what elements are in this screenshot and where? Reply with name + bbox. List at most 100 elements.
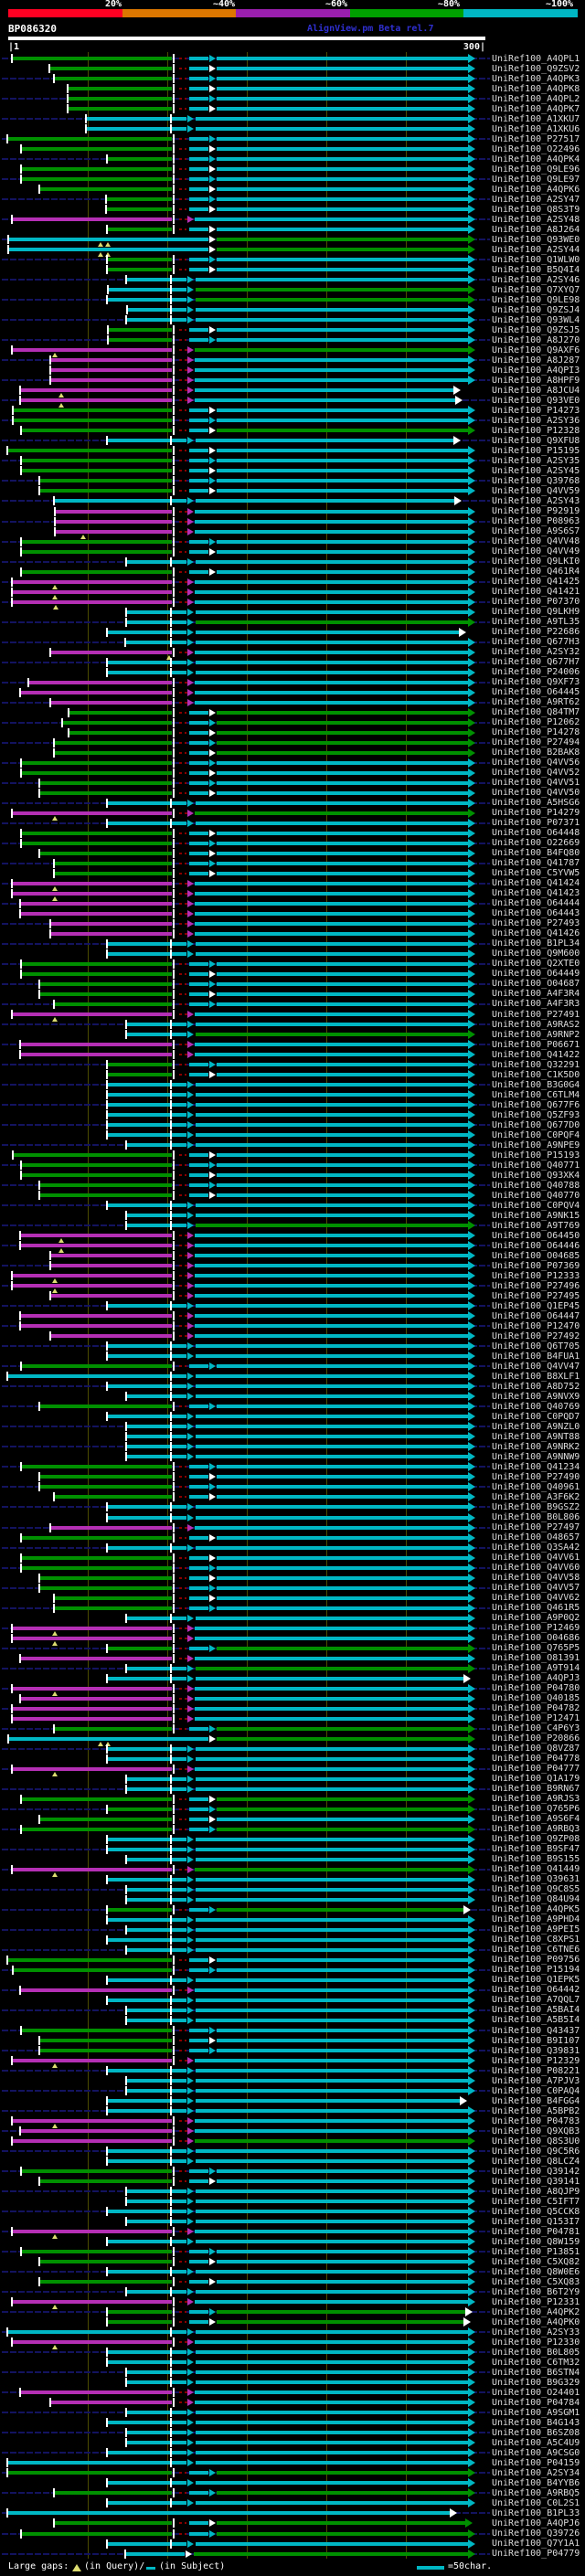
alignment-segment[interactable] [217, 338, 469, 343]
alignment-segment[interactable] [196, 1354, 469, 1359]
alignment-segment[interactable] [217, 177, 469, 182]
alignment-segment[interactable] [127, 1214, 186, 1218]
alignment-segment[interactable] [189, 107, 208, 111]
alignment-segment[interactable] [196, 2240, 469, 2244]
alignment-segment[interactable] [189, 770, 208, 775]
alignment-segment[interactable] [196, 2149, 469, 2154]
subject-label[interactable]: UniRef100_Q9AXF6 [492, 345, 581, 355]
alignment-segment[interactable] [127, 318, 186, 323]
subject-label[interactable]: UniRef100_A4QPK2 [492, 2307, 581, 2317]
alignment-segment[interactable] [13, 881, 172, 885]
subject-label[interactable]: UniRef100_Q3SA42 [492, 1542, 581, 1553]
alignment-segment[interactable] [196, 298, 469, 302]
subject-label[interactable]: UniRef100_A4QPK5 [492, 1904, 581, 1914]
alignment-segment[interactable] [189, 1153, 208, 1158]
subject-label[interactable]: UniRef100_Q4VV60 [492, 1563, 581, 1573]
subject-label[interactable]: UniRef100_A5B5I4 [492, 2015, 581, 2025]
alignment-segment[interactable] [217, 2320, 464, 2325]
subject-label[interactable]: UniRef100_Q84U94 [492, 1894, 581, 1904]
alignment-segment[interactable] [217, 1807, 469, 1811]
alignment-segment[interactable] [21, 911, 172, 916]
alignment-segment[interactable] [196, 630, 460, 634]
alignment-segment[interactable] [108, 1113, 186, 1117]
alignment-segment[interactable] [22, 1565, 172, 1570]
subject-label[interactable]: UniRef100_C5YVW5 [492, 868, 581, 878]
subject-label[interactable]: UniRef100_B2BAK8 [492, 747, 581, 758]
subject-label[interactable]: UniRef100_A4QPK7 [492, 104, 581, 114]
alignment-segment[interactable] [195, 2340, 469, 2345]
alignment-segment[interactable] [189, 187, 208, 192]
alignment-segment[interactable] [69, 710, 172, 715]
subject-label[interactable]: UniRef100_Q765P5 [492, 1643, 581, 1653]
alignment-segment[interactable] [189, 97, 208, 101]
subject-label[interactable]: UniRef100_Q461R5 [492, 1603, 581, 1613]
subject-label[interactable]: UniRef100_C0PQD7 [492, 1412, 581, 1422]
alignment-segment[interactable] [189, 137, 208, 142]
alignment-segment[interactable] [127, 1023, 186, 1026]
alignment-segment[interactable] [21, 1696, 172, 1701]
subject-label[interactable]: UniRef100_Q6T705 [492, 1341, 581, 1352]
alignment-segment[interactable] [108, 1515, 186, 1520]
alignment-segment[interactable] [40, 2049, 172, 2052]
alignment-segment[interactable] [189, 861, 208, 865]
alignment-segment[interactable] [22, 469, 172, 473]
alignment-segment[interactable] [189, 2471, 208, 2475]
subject-label[interactable]: UniRef100_P07370 [492, 597, 581, 607]
alignment-segment[interactable] [55, 861, 172, 865]
alignment-segment[interactable] [40, 1575, 172, 1580]
subject-label[interactable]: UniRef100_Q4VV47 [492, 1362, 581, 1372]
alignment-segment[interactable] [55, 1595, 172, 1600]
alignment-segment[interactable] [21, 1988, 172, 1992]
alignment-segment[interactable] [195, 1867, 469, 1871]
alignment-segment[interactable] [189, 981, 208, 986]
alignment-segment[interactable] [189, 790, 208, 795]
alignment-segment[interactable] [189, 569, 208, 574]
alignment-segment[interactable] [217, 770, 469, 775]
alignment-segment[interactable] [108, 2069, 186, 2072]
subject-label[interactable]: UniRef100_Q41424 [492, 878, 581, 888]
alignment-segment[interactable] [40, 1585, 172, 1590]
alignment-segment[interactable] [196, 1023, 469, 1026]
subject-label[interactable]: UniRef100_A9P0Q2 [492, 1613, 581, 1623]
alignment-segment[interactable] [189, 1364, 208, 1369]
subject-label[interactable]: UniRef100_P14278 [492, 727, 581, 737]
subject-label[interactable]: UniRef100_P27491 [492, 1010, 581, 1020]
subject-label[interactable]: UniRef100_Q677H3 [492, 637, 581, 647]
alignment-segment[interactable] [217, 740, 469, 745]
subject-label[interactable]: UniRef100_Q40961 [492, 1482, 581, 1492]
alignment-segment[interactable] [195, 1334, 469, 1339]
alignment-segment[interactable] [8, 2330, 186, 2335]
alignment-segment[interactable] [51, 1525, 172, 1530]
subject-label[interactable]: UniRef100_Q40788 [492, 1181, 581, 1191]
alignment-segment[interactable] [22, 549, 172, 554]
alignment-segment[interactable] [196, 2451, 469, 2455]
alignment-segment[interactable] [127, 610, 186, 614]
alignment-segment[interactable] [108, 2109, 186, 2113]
subject-label[interactable]: UniRef100_Q41787 [492, 858, 581, 868]
alignment-segment[interactable] [40, 2260, 172, 2264]
alignment-segment[interactable] [217, 549, 469, 554]
subject-label[interactable]: UniRef100_A9SGM1 [492, 2408, 581, 2418]
alignment-segment[interactable] [195, 901, 469, 906]
alignment-segment[interactable] [217, 1957, 469, 1962]
alignment-segment[interactable] [217, 459, 469, 463]
alignment-segment[interactable] [108, 298, 186, 302]
alignment-segment[interactable] [51, 1334, 172, 1339]
alignment-segment[interactable] [108, 228, 172, 232]
alignment-segment[interactable] [196, 2360, 469, 2365]
alignment-segment[interactable] [196, 1033, 469, 1036]
subject-label[interactable]: UniRef100_P27495 [492, 1291, 581, 1301]
alignment-segment[interactable] [217, 2471, 469, 2475]
subject-label[interactable]: UniRef100_Q8LCZ4 [492, 2157, 581, 2167]
alignment-segment[interactable] [217, 1535, 469, 1540]
alignment-segment[interactable] [196, 2541, 469, 2546]
alignment-segment[interactable] [55, 2491, 172, 2496]
alignment-segment[interactable] [51, 700, 172, 705]
alignment-segment[interactable] [189, 338, 208, 343]
alignment-segment[interactable] [127, 1947, 186, 1952]
alignment-segment[interactable] [217, 1797, 469, 1801]
alignment-segment[interactable] [126, 2551, 185, 2556]
subject-label[interactable]: UniRef100_Q41421 [492, 587, 581, 597]
alignment-segment[interactable] [196, 1666, 469, 1670]
subject-label[interactable]: UniRef100_O64444 [492, 898, 581, 908]
